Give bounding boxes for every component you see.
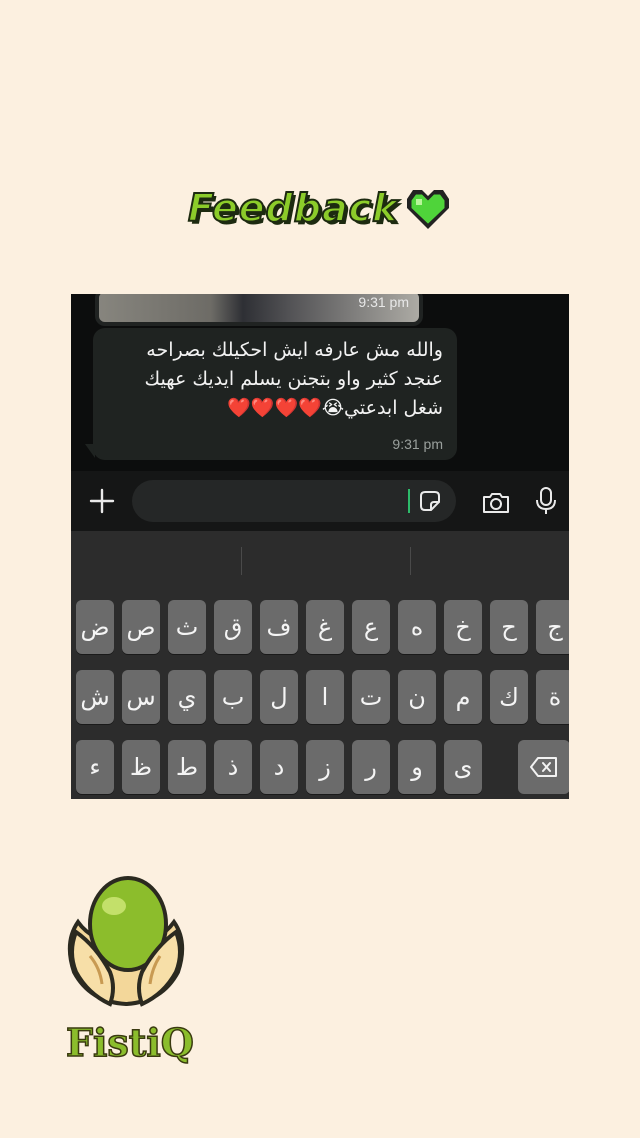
key[interactable]: ج [536,600,569,654]
key[interactable]: ر [352,740,390,794]
message-line: شغل ابدعتي😭❤️❤️❤️❤️ [227,397,443,419]
key[interactable]: ب [214,670,252,724]
whatsapp-screenshot: 9:31 pm والله مش عارفه ايش احكيلك بصراحه… [71,294,569,799]
key[interactable]: ث [168,600,206,654]
key[interactable]: ك [490,670,528,724]
green-heart-icon [407,190,450,229]
key[interactable]: ش [76,670,114,724]
image-message-time: 9:31 pm [358,294,409,310]
feedback-heading-text: Feedback [187,185,399,231]
key[interactable]: ص [122,600,160,654]
key[interactable]: ن [398,670,436,724]
key[interactable]: ت [352,670,390,724]
key[interactable]: ا [306,670,344,724]
composer-bar [71,471,569,531]
key[interactable]: ز [306,740,344,794]
suggestion-divider [410,547,411,575]
key[interactable]: ق [214,600,252,654]
message-line: والله مش عارفه ايش احكيلك بصراحه [146,339,443,361]
text-message-time: 9:31 pm [392,436,443,452]
key[interactable]: ذ [214,740,252,794]
text-caret [408,489,410,513]
key[interactable]: و [398,740,436,794]
key[interactable]: ه [398,600,436,654]
key[interactable]: ح [490,600,528,654]
key[interactable]: ط [168,740,206,794]
key[interactable]: د [260,740,298,794]
message-input[interactable] [132,480,456,522]
brand-name: FistiQ [65,1019,194,1066]
key[interactable]: ي [168,670,206,724]
fistiq-logo [67,876,185,1007]
backspace-icon [530,757,557,777]
chat-area: 9:31 pm والله مش عارفه ايش احكيلك بصراحه… [71,294,569,471]
text-message[interactable]: والله مش عارفه ايش احكيلك بصراحه عنجد كث… [93,328,457,460]
key[interactable]: غ [306,600,344,654]
camera-icon[interactable] [481,489,511,515]
key[interactable]: س [122,670,160,724]
key[interactable]: م [444,670,482,724]
key[interactable]: ض [76,600,114,654]
message-text: والله مش عارفه ايش احكيلك بصراحه عنجد كث… [105,336,443,423]
key[interactable]: ع [352,600,390,654]
image-message[interactable]: 9:31 pm [95,294,423,326]
suggestion-bar [71,531,569,587]
key[interactable]: ل [260,670,298,724]
feedback-heading: Feedback [187,180,452,236]
mic-icon[interactable] [535,486,557,516]
plus-icon[interactable] [89,488,115,514]
key[interactable]: ف [260,600,298,654]
key[interactable]: ظ [122,740,160,794]
delete-key[interactable] [518,740,569,794]
arabic-keyboard: ج ح خ ه ع غ ف ق ث ص ض ة ك م ن ت ا ل ب ي … [71,531,569,799]
sticker-icon[interactable] [417,488,443,514]
message-line: عنجد كثير واو بتجنن يسلم ايديك عهيك [144,368,443,390]
suggestion-divider [241,547,242,575]
key[interactable]: ء [76,740,114,794]
key[interactable]: ة [536,670,569,724]
key[interactable]: خ [444,600,482,654]
key[interactable]: ى [444,740,482,794]
